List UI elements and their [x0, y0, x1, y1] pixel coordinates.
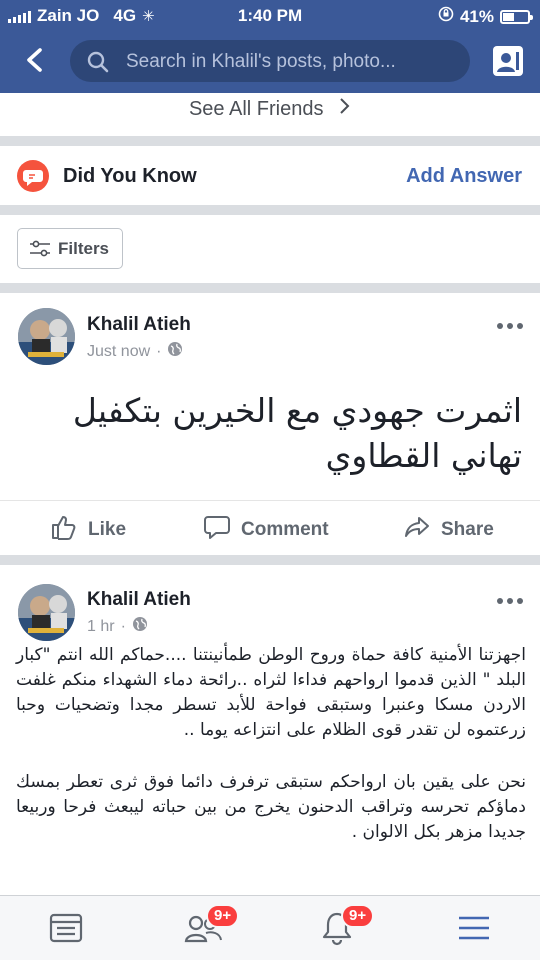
search-placeholder: Search in Khalil's posts, photo... [126, 51, 396, 72]
status-bar: Zain JO 4G ✳ 1:40 PM 41% [0, 0, 540, 32]
search-input[interactable]: Search in Khalil's posts, photo... [70, 40, 470, 82]
add-answer-button[interactable]: Add Answer [406, 165, 522, 188]
bottom-tab-bar: 9+ 9+ [0, 895, 540, 960]
post-meta: Just now · [87, 341, 183, 362]
post-text: اجهزتنا الأمنية كافة حماة وروح الوطن طمأ… [16, 643, 526, 872]
avatar-image [18, 584, 75, 641]
filters-bar: Filters [0, 215, 540, 283]
speech-bubble-icon [17, 160, 49, 192]
chevron-left-icon [27, 48, 42, 72]
did-you-know-title: Did You Know [63, 165, 197, 187]
more-options-icon[interactable] [497, 598, 523, 606]
globe-icon [132, 616, 148, 637]
post-author[interactable]: Khalil Atieh [87, 589, 191, 611]
share-button[interactable]: Share [403, 513, 494, 547]
see-all-friends-label: See All Friends [188, 98, 324, 120]
notifications-badge: 9+ [341, 904, 375, 928]
post-author[interactable]: Khalil Atieh [87, 314, 191, 336]
post-meta: 1 hr · [87, 616, 148, 637]
comment-button[interactable]: Comment [203, 513, 329, 547]
hamburger-menu-icon [459, 916, 489, 940]
post-paragraph: نحن على يقين بان ارواحكم ستبقى ترفرف دائ… [16, 772, 526, 842]
share-label: Share [441, 519, 494, 540]
profile-search-button[interactable] [490, 43, 526, 79]
search-icon [86, 50, 110, 79]
friend-requests-badge: 9+ [206, 904, 240, 928]
thumbs-up-icon [50, 513, 78, 547]
battery-icon [500, 9, 533, 24]
did-you-know-card: Did You Know Add Answer [0, 146, 540, 205]
comment-label: Comment [241, 519, 329, 540]
tab-news-feed[interactable] [48, 910, 88, 946]
tab-friend-requests[interactable]: 9+ [184, 904, 240, 946]
comment-icon [203, 513, 231, 547]
post-paragraph: اجهزتنا الأمنية كافة حماة وروح الوطن طمأ… [16, 645, 526, 740]
post-card: Khalil Atieh Just now · اثمرت جهودي مع ا… [0, 293, 540, 555]
tab-notifications[interactable]: 9+ [319, 904, 375, 946]
more-options-icon[interactable] [497, 323, 523, 331]
share-icon [403, 513, 431, 547]
filters-button[interactable]: Filters [17, 228, 123, 269]
post-text: اثمرت جهودي مع الخيرين بتكفيل تهاني القط… [72, 391, 522, 475]
avatar-image [18, 308, 75, 365]
facebook-profile-search-screen: Zain JO 4G ✳ 1:40 PM 41% Search in Khali… [0, 0, 540, 960]
globe-icon [167, 341, 183, 362]
news-feed-icon [49, 913, 83, 943]
avatar[interactable] [18, 308, 75, 365]
battery-percent: 41% [459, 6, 494, 26]
orientation-lock-icon [438, 6, 454, 27]
post-card: Khalil Atieh 1 hr · اجهزتنا الأمنية كافة… [0, 565, 540, 895]
see-all-friends-link[interactable]: See All Friends [0, 93, 540, 136]
post-time: Just now [87, 342, 151, 360]
back-button[interactable] [18, 42, 52, 78]
like-button[interactable]: Like [50, 513, 126, 547]
avatar[interactable] [18, 584, 75, 641]
like-label: Like [88, 519, 127, 540]
profile-card-icon [493, 46, 523, 76]
filters-label: Filters [58, 239, 110, 258]
tab-menu[interactable] [456, 910, 496, 946]
sliders-icon [29, 240, 51, 263]
chevron-right-icon [339, 97, 351, 121]
app-header: Zain JO 4G ✳ 1:40 PM 41% Search in Khali… [0, 0, 540, 93]
post-actions: Like Comment Share [0, 500, 540, 555]
post-time: 1 hr [87, 617, 115, 635]
